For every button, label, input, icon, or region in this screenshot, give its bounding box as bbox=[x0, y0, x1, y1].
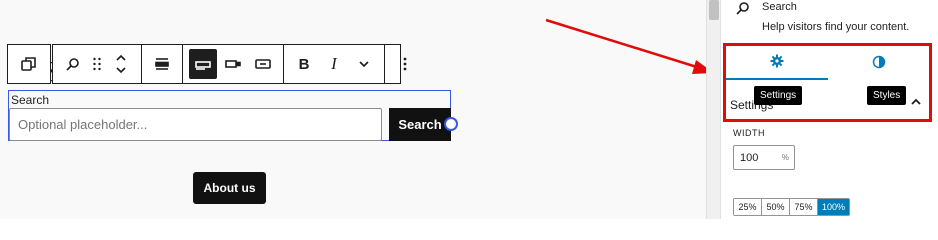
search-block-label[interactable]: Search bbox=[11, 93, 49, 107]
width-50-button[interactable]: 50% bbox=[762, 199, 790, 215]
select-parent-button[interactable] bbox=[15, 49, 43, 79]
toolbar-group-button-position bbox=[183, 45, 284, 83]
italic-button[interactable]: I bbox=[320, 49, 348, 79]
block-settings-sidebar: Search Help visitors find your content. bbox=[720, 0, 938, 219]
about-us-button[interactable]: About us bbox=[193, 172, 266, 204]
width-value[interactable]: 100 bbox=[740, 152, 758, 164]
styles-tooltip: Styles bbox=[867, 86, 907, 105]
more-formatting-button[interactable] bbox=[350, 49, 378, 79]
block-type-button[interactable] bbox=[59, 49, 87, 79]
move-up-down-buttons[interactable] bbox=[107, 49, 135, 79]
editor-canvas: S nt bbox=[0, 0, 706, 219]
toolbar-group-block bbox=[53, 45, 142, 83]
more-vertical-icon bbox=[403, 57, 407, 71]
tab-styles[interactable] bbox=[828, 44, 929, 80]
button-outside-button[interactable] bbox=[189, 49, 217, 79]
styles-icon bbox=[872, 55, 885, 69]
tab-settings[interactable] bbox=[726, 44, 828, 80]
scrollbar-thumb[interactable] bbox=[709, 0, 719, 20]
block-description: Help visitors find your content. bbox=[762, 21, 910, 33]
width-100-button[interactable]: 100% bbox=[818, 199, 849, 215]
search-submit-button[interactable]: Search bbox=[389, 108, 451, 141]
block-card: Search Help visitors find your content. bbox=[721, 0, 938, 40]
toolbar-group-format: B I bbox=[284, 45, 385, 83]
move-arrows-icon bbox=[116, 54, 126, 74]
width-unit: % bbox=[781, 153, 789, 162]
settings-tooltip: Settings bbox=[754, 86, 803, 105]
align-button[interactable] bbox=[148, 49, 176, 79]
width-25-button[interactable]: 25% bbox=[734, 199, 762, 215]
drag-icon bbox=[93, 57, 101, 71]
button-inside-button[interactable] bbox=[219, 49, 247, 79]
canvas-scrollbar[interactable] bbox=[706, 0, 720, 219]
resize-handle[interactable] bbox=[444, 117, 458, 131]
search-block[interactable]: Search Optional placeholder... Search bbox=[8, 90, 451, 141]
block-toolbar-parent bbox=[7, 44, 51, 84]
sidebar-tabs bbox=[726, 44, 929, 80]
gear-icon bbox=[770, 54, 784, 68]
align-icon bbox=[155, 58, 169, 70]
width-percentage-buttons: 25% 50% 75% 100% bbox=[733, 198, 850, 216]
parent-block-icon bbox=[21, 57, 36, 71]
button-outside-icon bbox=[195, 61, 211, 70]
button-only-button[interactable] bbox=[249, 49, 277, 79]
button-only-icon bbox=[255, 59, 271, 69]
toolbar-group-options bbox=[385, 45, 425, 83]
block-toolbar: B I bbox=[52, 44, 407, 84]
block-title: Search bbox=[762, 1, 797, 13]
chevron-up-icon bbox=[911, 98, 921, 105]
search-block-icon bbox=[66, 58, 79, 71]
options-button[interactable] bbox=[391, 49, 419, 79]
width-label: WIDTH bbox=[733, 128, 765, 138]
drag-handle[interactable] bbox=[87, 49, 107, 79]
button-inside-icon bbox=[225, 60, 241, 68]
toolbar-group-align bbox=[142, 45, 183, 83]
width-75-button[interactable]: 75% bbox=[790, 199, 818, 215]
width-input[interactable]: 100 % bbox=[733, 145, 795, 170]
search-placeholder-input[interactable]: Optional placeholder... bbox=[9, 108, 382, 141]
bold-button[interactable]: B bbox=[290, 49, 318, 79]
search-icon bbox=[735, 0, 751, 21]
chevron-down-icon bbox=[359, 61, 369, 68]
